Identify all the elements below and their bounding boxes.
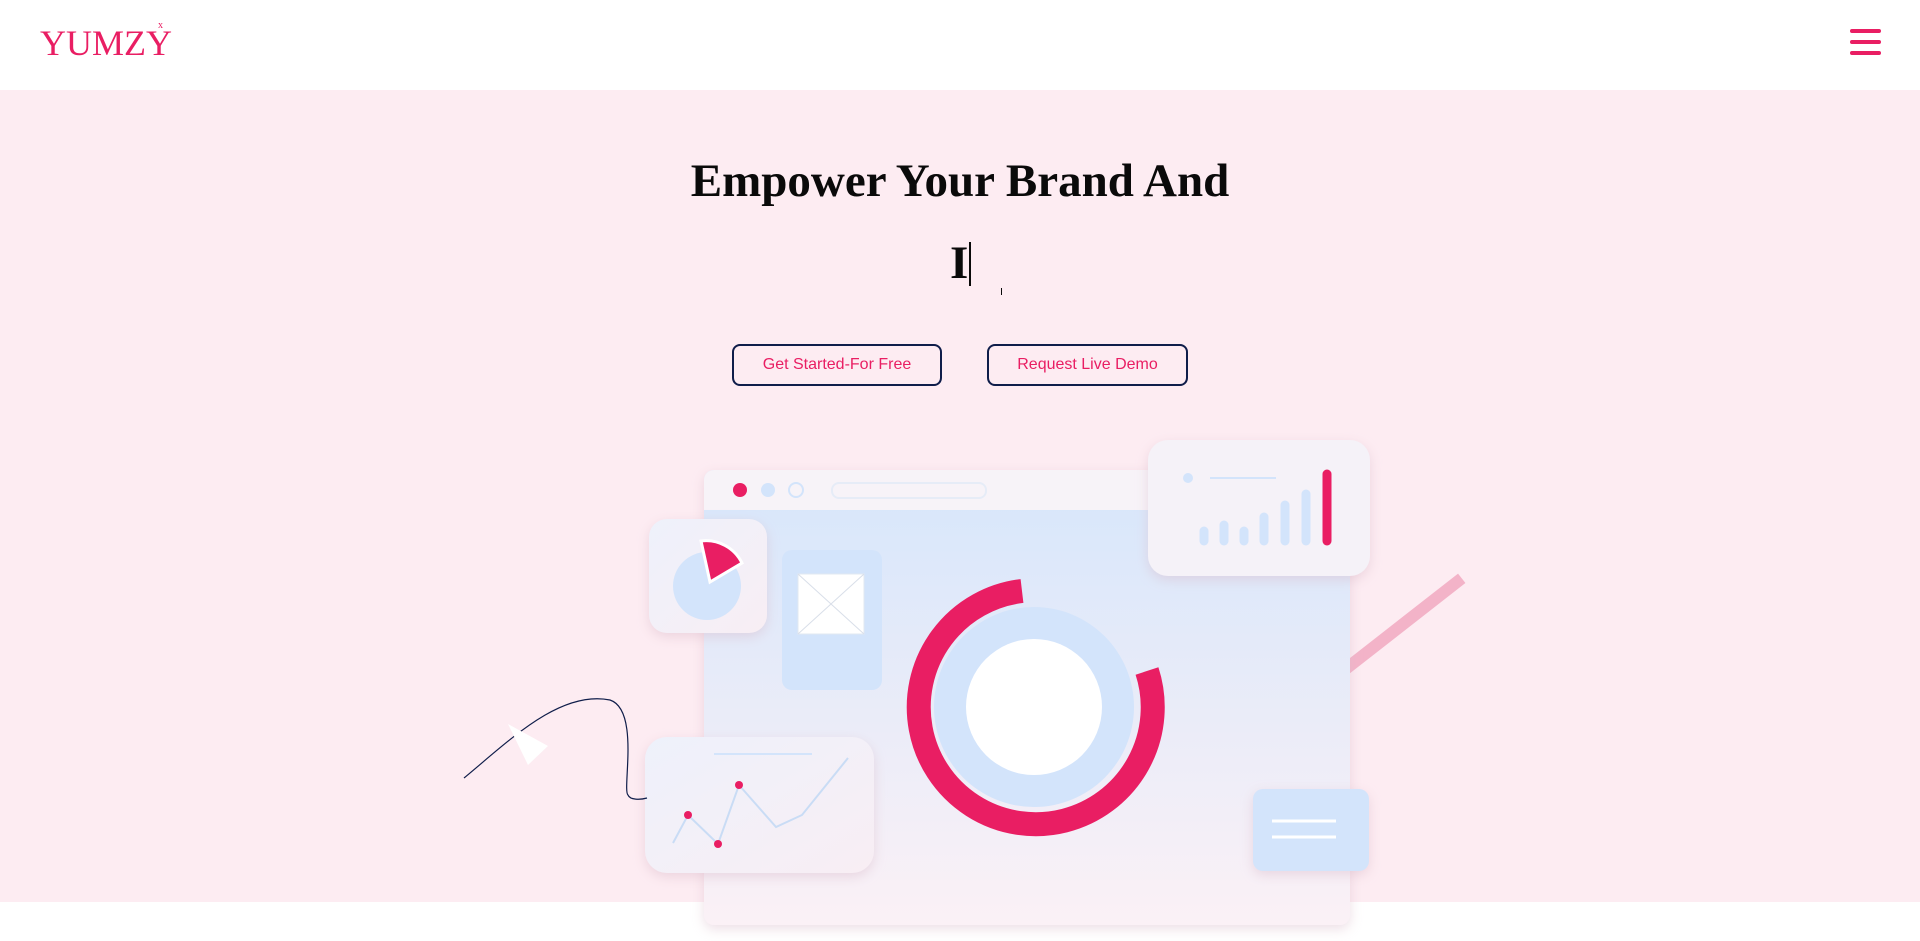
- top-navbar: YUMZY x: [0, 0, 1920, 90]
- hero-headline: Empower Your Brand And: [690, 155, 1230, 207]
- brand-logo[interactable]: YUMZY: [40, 22, 172, 64]
- typing-caret-secondary: [1001, 288, 1002, 295]
- request-demo-button[interactable]: Request Live Demo: [987, 344, 1188, 386]
- hamburger-menu-icon[interactable]: [1850, 27, 1882, 57]
- get-started-button[interactable]: Get Started-For Free: [732, 344, 942, 386]
- page-lower-band: [0, 902, 1920, 941]
- typing-caret: [969, 242, 971, 286]
- hero-section: Empower Your Brand And I Get Started-For…: [0, 90, 1920, 902]
- brand-logo-mark: x: [158, 20, 163, 31]
- typed-text: I: [950, 237, 969, 289]
